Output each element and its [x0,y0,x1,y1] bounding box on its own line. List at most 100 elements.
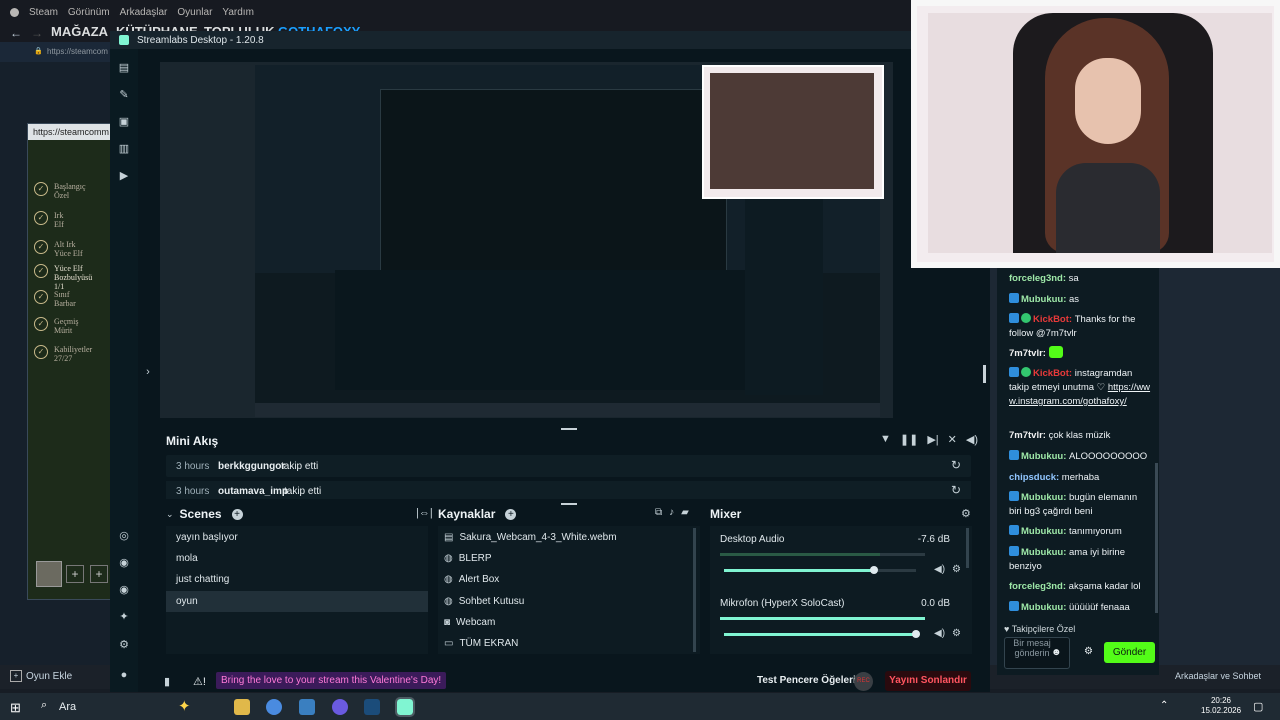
forward-arrow-icon[interactable]: → [31,26,43,40]
chrome-icon[interactable] [266,699,282,715]
stream-preview[interactable] [160,62,893,418]
menu-help[interactable]: Yardım [222,7,254,18]
store-icon[interactable]: ▣ [118,116,130,128]
chat-username[interactable]: 7m7tvlr: [1009,430,1049,441]
highlighter-icon[interactable]: ◉ [118,557,130,569]
notification-icon[interactable]: ▢ [1253,700,1263,713]
chat-scrollbar[interactable] [1155,463,1158,613]
play-icon[interactable]: ▶ [118,170,130,182]
chat-username[interactable]: Mubukuu: [1021,492,1069,503]
source-settings-icon[interactable]: ⚙ [952,564,961,575]
tools-icon[interactable]: ◉ [118,584,130,596]
library-icon[interactable]: ▥ [118,143,130,155]
nav-store[interactable]: MAĞAZA [51,24,108,39]
source-item[interactable]: ◍ Alert Box [444,569,499,590]
menu-friends[interactable]: Arkadaşlar [120,7,168,18]
windows-start-icon[interactable]: ⊞ [10,700,21,716]
scene-item[interactable]: yayın başlıyor [166,527,428,548]
file-explorer-icon[interactable] [234,699,250,715]
tray-chevron-icon[interactable]: ⌃ [1160,700,1168,711]
mute-alerts-icon[interactable]: ✕ [948,433,957,446]
chat-username[interactable]: 7m7tvlr: [1009,348,1049,359]
add-source-icon[interactable]: + [505,508,517,520]
mute-icon[interactable]: ◀) [934,628,945,639]
window-scrollbar[interactable] [983,365,986,383]
emoji-icon[interactable]: ☻ [1051,647,1062,658]
add-folder-icon[interactable]: ▰ [681,507,689,518]
rec-button[interactable]: REC [854,672,873,691]
chat-username[interactable]: chipsduck: [1009,472,1062,483]
collapse-chevron-icon[interactable]: › [142,366,154,378]
repeat-icon[interactable]: ↻ [951,483,961,497]
scene-item-active[interactable]: oyun [166,591,428,612]
scene-item[interactable]: mola [166,548,428,569]
feed-user[interactable]: berkkggungor [218,461,285,472]
selective-recording-icon[interactable]: ⧉ [655,507,662,518]
chat-username[interactable]: Mubukuu: [1021,294,1069,305]
alert-icon[interactable]: ⚠! [193,675,206,688]
studio-icon[interactable]: ◎ [118,530,130,542]
mixer-scrollbar[interactable] [966,528,969,568]
add-game-button[interactable]: Oyun Ekle [26,671,72,682]
volume-slider[interactable] [724,566,916,574]
filter-icon[interactable]: ▼ [880,433,891,446]
add-game-icon[interactable]: + [10,670,22,682]
back-arrow-icon[interactable]: ← [10,26,22,40]
volume-icon[interactable]: ◀) [966,433,978,446]
clock[interactable]: 20:26 15.02.2026 [1201,696,1241,716]
character-portrait[interactable] [36,561,62,587]
resize-handle[interactable] [561,503,577,505]
source-item[interactable]: ◍ Sohbet Kutusu [444,591,524,612]
chat-username[interactable]: KickBot: [1033,314,1075,325]
test-widgets-button[interactable]: Test Pencere Öğeleri [757,675,856,686]
volume-knob[interactable] [912,630,920,638]
source-item[interactable]: ◙ Webcam [444,612,495,633]
source-item[interactable]: ◍ BLERP [444,548,492,569]
chat-username[interactable]: Mubukuu: [1021,547,1069,558]
chat-username[interactable]: Mubukuu: [1021,451,1069,462]
settings-icon[interactable]: ⚙ [118,639,130,651]
chat-settings-icon[interactable]: ⚙ [1084,646,1093,657]
chat-username[interactable]: Mubukuu: [1021,526,1069,537]
menu-steam[interactable]: Steam [29,7,58,18]
chat-username[interactable]: forceleg3nd: [1009,273,1069,284]
skip-icon[interactable]: ▶| [927,433,938,446]
streamlabs-icon[interactable] [395,697,415,717]
steam-icon[interactable] [364,699,380,715]
mixer-settings-icon[interactable]: ⚙ [961,507,971,520]
menu-games[interactable]: Oyunlar [177,7,212,18]
chat-link[interactable]: https://www.instagram.com/gothafoxy/ [1009,382,1150,407]
scene-transitions-icon[interactable]: |⇔| [416,507,433,519]
resize-handle[interactable] [561,428,577,430]
promo-banner[interactable]: Bring the love to your stream this Valen… [216,672,447,689]
source-settings-icon[interactable]: ⚙ [952,628,961,639]
source-item[interactable]: ▭ TÜM EKRAN [444,633,518,654]
volume-knob[interactable] [869,566,878,574]
sparkle-icon[interactable]: ✦ [118,611,130,623]
scene-item[interactable]: just chatting [166,569,428,590]
taskbar-search[interactable]: ⌕ Ara ✦ [33,695,218,718]
end-stream-button[interactable]: Yayını Sonlandır [885,671,971,691]
add-icon[interactable]: + [90,565,108,583]
source-item[interactable]: ▤ Sakura_Webcam_4-3_White.webm [444,527,617,548]
friends-chat-button[interactable]: Arkadaşlar ve Sohbet [1175,671,1261,681]
chevron-down-icon[interactable]: ⌄ [166,509,174,520]
volume-slider[interactable] [724,630,920,638]
profile-icon[interactable]: ● [118,669,130,681]
rail-stats-icon[interactable]: ▮ [164,675,176,688]
themes-icon[interactable]: ✎ [118,89,130,101]
app-icon[interactable] [299,699,315,715]
sources-scrollbar[interactable] [693,528,696,652]
add-scene-icon[interactable]: + [231,508,243,520]
add-icon[interactable]: + [66,565,84,583]
send-button[interactable]: Gönder [1104,642,1155,663]
repeat-icon[interactable]: ↻ [951,458,961,472]
feed-user[interactable]: outamava_imp [218,486,288,497]
add-group-icon[interactable]: ♪ [669,507,674,518]
menu-view[interactable]: Görünüm [68,7,110,18]
editor-icon[interactable]: ▤ [118,62,130,74]
chat-username[interactable]: Mubukuu: [1021,602,1069,613]
discord-icon[interactable] [332,699,348,715]
url-text[interactable]: https://steamcom [47,47,108,56]
chat-input[interactable]: Bir mesaj gönderin ☻ [1004,637,1070,669]
